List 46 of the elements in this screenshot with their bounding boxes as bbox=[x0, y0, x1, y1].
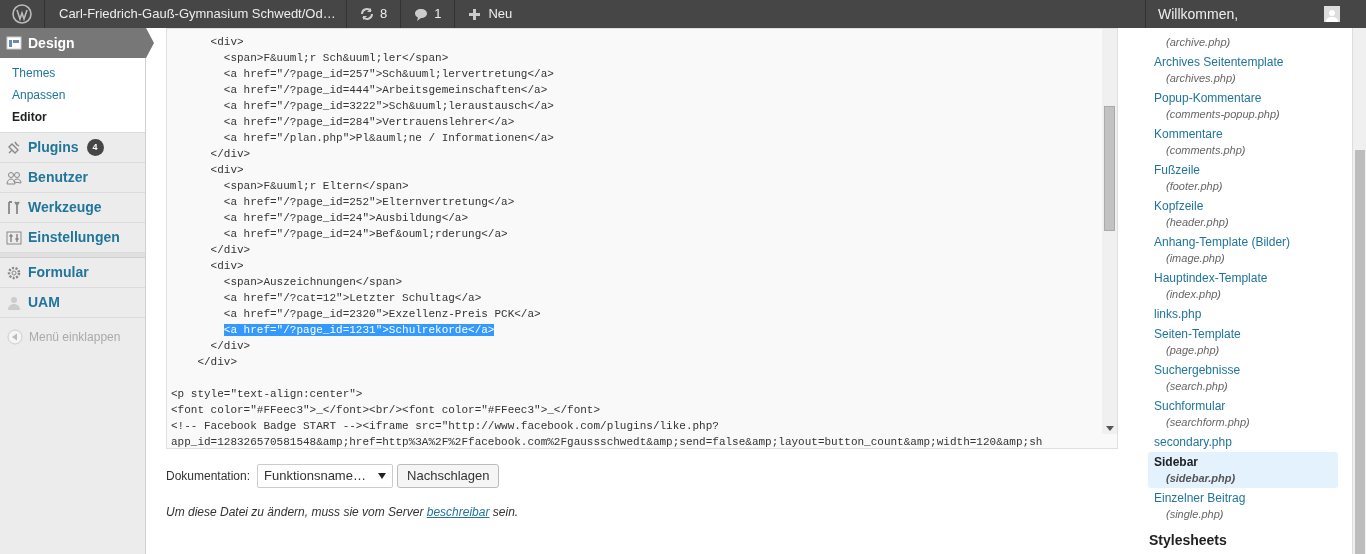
writable-link[interactable]: beschreibar bbox=[426, 505, 490, 519]
function-select[interactable]: Funktionsname… bbox=[257, 464, 394, 488]
template-item[interactable]: Fußzeile (footer.php) bbox=[1148, 160, 1338, 196]
template-item[interactable]: secondary.php bbox=[1148, 432, 1338, 452]
template-item[interactable]: Kommentare (comments.php) bbox=[1148, 124, 1338, 160]
template-item[interactable]: Kopfzeile (header.php) bbox=[1148, 196, 1338, 232]
template-item[interactable]: (archive.php) bbox=[1148, 28, 1338, 52]
wordpress-logo-icon[interactable] bbox=[12, 4, 32, 24]
count-badge: 4 bbox=[86, 139, 104, 156]
template-item[interactable]: links.php bbox=[1148, 304, 1338, 324]
scrollbar[interactable] bbox=[1102, 29, 1117, 434]
sliders-icon bbox=[6, 229, 22, 246]
template-item[interactable]: Anhang-Template (Bilder) (image.php) bbox=[1148, 232, 1338, 268]
scrollbar-thumb[interactable] bbox=[1104, 106, 1115, 231]
avatar-icon bbox=[1324, 6, 1340, 22]
dropdown-arrow-icon bbox=[378, 473, 387, 479]
account-menu[interactable]: Willkommen, bbox=[1145, 0, 1366, 28]
template-item[interactable]: Popup-Kommentare (comments-popup.php) bbox=[1148, 88, 1338, 124]
template-item[interactable]: Suchergebnisse (search.php) bbox=[1148, 360, 1338, 396]
scrollbar-thumb[interactable] bbox=[1355, 150, 1365, 554]
new-link[interactable]: Neu bbox=[455, 0, 527, 28]
refresh-icon bbox=[360, 7, 374, 21]
gear-icon bbox=[6, 264, 22, 281]
scroll-down-icon[interactable] bbox=[1105, 426, 1114, 431]
documentation-label: Dokumentation: bbox=[166, 468, 251, 485]
template-item[interactable]: Einzelner Beitrag (single.php) bbox=[1148, 488, 1338, 524]
lookup-button[interactable]: Nachschlagen bbox=[397, 464, 500, 488]
person-icon bbox=[6, 294, 22, 311]
template-item[interactable]: Archives Seitentemplate (archives.php) bbox=[1148, 52, 1338, 88]
section-heading: Stylesheets bbox=[1148, 531, 1228, 550]
template-item[interactable]: Sidebar (sidebar.php) bbox=[1148, 452, 1338, 488]
template-item[interactable]: Suchformular (searchform.php) bbox=[1148, 396, 1338, 432]
speech-bubble-icon bbox=[414, 7, 429, 21]
template-item[interactable]: Hauptindex-Template (index.php) bbox=[1148, 268, 1338, 304]
tools-icon bbox=[6, 199, 22, 216]
layout-icon bbox=[6, 35, 22, 51]
submenu-link[interactable]: Themes bbox=[12, 64, 145, 82]
plus-icon bbox=[469, 8, 481, 20]
template-item[interactable]: Seiten-Template (page.php) bbox=[1148, 324, 1338, 360]
scrollbar[interactable] bbox=[1352, 28, 1366, 554]
notice-text: Um diese Datei zu ändern, muss sie vom Server beschreibar sein. bbox=[166, 504, 520, 521]
submenu-link[interactable]: Anpassen bbox=[12, 86, 145, 104]
plug-icon bbox=[6, 139, 22, 156]
submenu-link[interactable]: Editor bbox=[12, 108, 145, 126]
users-icon bbox=[6, 169, 22, 186]
menu-item[interactable]: Design bbox=[0, 28, 154, 58]
